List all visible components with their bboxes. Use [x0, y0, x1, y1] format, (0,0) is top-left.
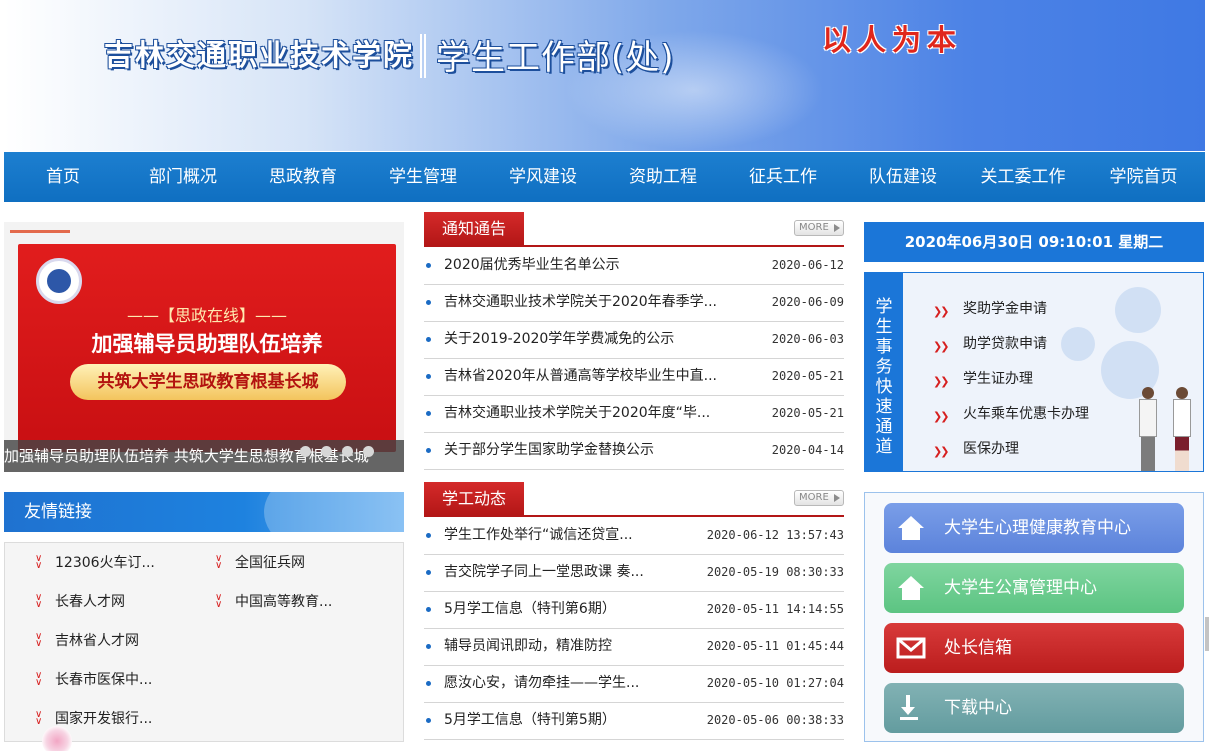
- home-icon: [898, 516, 924, 540]
- play-arrow-icon: [834, 224, 840, 232]
- slider-dot-4[interactable]: [363, 446, 374, 457]
- student-figure: [1139, 387, 1157, 471]
- bullet-icon: [426, 374, 431, 379]
- links-header-decoration: [264, 492, 404, 532]
- double-chevron-right-icon: ❯❯: [933, 445, 950, 458]
- bullet-icon: [426, 337, 431, 342]
- news-row[interactable]: 学生工作处举行“诚信还贷宣... 2020-06-12 13:57:43: [424, 518, 844, 555]
- news-more-button[interactable]: MORE: [794, 490, 844, 506]
- nav-study-style[interactable]: 学风建设: [484, 152, 602, 202]
- bullet-icon: [426, 681, 431, 686]
- notice-row[interactable]: 2020届优秀毕业生名单公示 2020-06-12: [424, 248, 844, 285]
- director-mailbox-button[interactable]: 处长信箱: [884, 623, 1184, 673]
- slide-image[interactable]: ——【思政在线】—— 加强辅导员助理队伍培养 共筑大学生思政教育根基长城: [18, 244, 396, 452]
- header-slogan: 以人为本: [822, 23, 963, 57]
- notices-section: 通知通告 MORE 2020届优秀毕业生名单公示 2020-06-12 吉林交通职…: [424, 212, 844, 472]
- notice-row[interactable]: 吉林交通职业技术学院关于2020年春季学... 2020-06-09: [424, 285, 844, 322]
- psych-center-button[interactable]: 大学生心理健康教育中心: [884, 503, 1184, 553]
- slide-subtitle: 共筑大学生思政教育根基长城: [70, 364, 346, 400]
- dormitory-center-button[interactable]: 大学生公寓管理中心: [884, 563, 1184, 613]
- double-chevron-down-icon: ∨ ∨: [215, 553, 223, 571]
- image-slider[interactable]: ——【思政在线】—— 加强辅导员助理队伍培养 共筑大学生思政教育根基长城 加强辅…: [4, 222, 404, 472]
- flower-decoration-icon: [42, 726, 72, 751]
- slider-dot-1[interactable]: [300, 446, 311, 457]
- mail-icon: [896, 637, 926, 659]
- nav-recruitment[interactable]: 征兵工作: [724, 152, 842, 202]
- notices-divider: [424, 245, 844, 247]
- nav-ideology[interactable]: 思政教育: [244, 152, 362, 202]
- double-chevron-right-icon: ❯❯: [933, 410, 950, 423]
- notices-title: 通知通告: [424, 212, 524, 246]
- download-icon: [900, 695, 918, 720]
- double-chevron-down-icon: ∨ ∨: [35, 631, 43, 649]
- nav-student-management[interactable]: 学生管理: [362, 152, 484, 202]
- scrollbar-thumb[interactable]: [1205, 617, 1209, 651]
- service-panel: 大学生心理健康教育中心 大学生公寓管理中心 处长信箱 下载中心: [864, 492, 1204, 742]
- slide-tag: ——【思政在线】——: [126, 306, 287, 325]
- bullet-icon: [426, 448, 431, 453]
- double-chevron-right-icon: ❯❯: [933, 305, 950, 318]
- news-row[interactable]: 5月学工信息（特刊第6期） 2020-05-11 14:14:55: [424, 592, 844, 629]
- double-chevron-down-icon: ∨ ∨: [35, 670, 43, 688]
- bullet-icon: [426, 533, 431, 538]
- news-title: 学工动态: [424, 482, 524, 516]
- double-chevron-down-icon: ∨ ∨: [35, 592, 43, 610]
- double-chevron-right-icon: ❯❯: [933, 340, 950, 353]
- home-icon: [898, 576, 924, 600]
- bullet-icon: [426, 300, 431, 305]
- links-list: ∨ ∨ 12306火车订... ∨ ∨ 全国征兵网 ∨ ∨ 长春人才网 ∨ ∨ 中国高等教育..…: [4, 542, 404, 742]
- notice-row[interactable]: 关于2019-2020学年学费减免的公示 2020-06-03: [424, 322, 844, 359]
- news-row[interactable]: 5月学工信息（特刊第5期） 2020-05-06 00:38:33: [424, 703, 844, 740]
- news-row[interactable]: 吉交院学子同上一堂思政课 奏... 2020-05-19 08:30:33: [424, 555, 844, 592]
- notice-row[interactable]: 吉林省2020年从普通高等学校毕业生中直... 2020-05-21: [424, 359, 844, 396]
- double-chevron-right-icon: ❯❯: [933, 375, 950, 388]
- main-nav: 首页 部门概况 思政教育 学生管理 学风建设 资助工程 征兵工作 队伍建设 关工…: [4, 152, 1205, 202]
- notice-row[interactable]: 关于部分学生国家助学金替换公示 2020-04-14: [424, 433, 844, 470]
- header-divider: [420, 34, 426, 78]
- news-row[interactable]: 愿汝心安，请勿牵挂——学生... 2020-05-10 01:27:04: [424, 666, 844, 703]
- news-section: 学工动态 MORE 学生工作处举行“诚信还贷宣... 2020-06-12 13:…: [424, 482, 844, 744]
- download-center-button[interactable]: 下载中心: [884, 683, 1184, 733]
- students-illustration: [1133, 373, 1203, 471]
- double-chevron-down-icon: ∨ ∨: [35, 709, 43, 727]
- quick-channel-title: 学 生 事 务 快 速 通 道: [865, 273, 903, 471]
- notices-more-button[interactable]: MORE: [794, 220, 844, 236]
- slider-dot-3[interactable]: [342, 446, 353, 457]
- news-divider: [424, 515, 844, 517]
- quick-channel: 学 生 事 务 快 速 通 道 ❯❯ 奖助学金申请 ❯❯ 助学贷款申请 ❯❯ 学生证办…: [864, 272, 1204, 472]
- nav-care-committee[interactable]: 关工委工作: [964, 152, 1082, 202]
- notice-row[interactable]: 吉林交通职业技术学院关于2020年度“毕... 2020-05-21: [424, 396, 844, 433]
- news-row[interactable]: 辅导员闻讯即动，精准防控 2020-05-11 01:45:44: [424, 629, 844, 666]
- datetime-display: 2020年06月30日 09:10:01 星期二: [864, 222, 1204, 262]
- slider-dots: [300, 446, 384, 457]
- nav-about[interactable]: 部门概况: [122, 152, 244, 202]
- double-chevron-down-icon: ∨ ∨: [35, 553, 43, 571]
- slider-dot-2[interactable]: [321, 446, 332, 457]
- school-name: 吉林交通职业技术学院: [104, 38, 415, 72]
- dept-name: 学生工作部(处): [436, 38, 675, 78]
- bullet-icon: [426, 644, 431, 649]
- college-logo-icon: [36, 258, 82, 304]
- bubble-decoration: [1061, 327, 1095, 361]
- play-arrow-icon: [834, 494, 840, 502]
- bullet-icon: [426, 570, 431, 575]
- student-figure: [1173, 387, 1191, 471]
- bullet-icon: [426, 607, 431, 612]
- nav-financial-aid[interactable]: 资助工程: [602, 152, 724, 202]
- nav-team-building[interactable]: 队伍建设: [842, 152, 964, 202]
- slide-title: 加强辅导员助理队伍培养: [91, 332, 323, 356]
- bullet-icon: [426, 263, 431, 268]
- nav-college-home[interactable]: 学院首页: [1082, 152, 1205, 202]
- bubble-decoration: [1115, 287, 1161, 333]
- links-title: 友情链接: [24, 502, 92, 522]
- bullet-icon: [426, 411, 431, 416]
- links-header: 友情链接: [4, 492, 404, 532]
- slider-top-bar: [10, 230, 70, 233]
- nav-home[interactable]: 首页: [4, 152, 122, 202]
- bullet-icon: [426, 718, 431, 723]
- site-header: 吉林交通职业技术学院 学生工作部(处) 以人为本: [4, 0, 1205, 151]
- double-chevron-down-icon: ∨ ∨: [215, 592, 223, 610]
